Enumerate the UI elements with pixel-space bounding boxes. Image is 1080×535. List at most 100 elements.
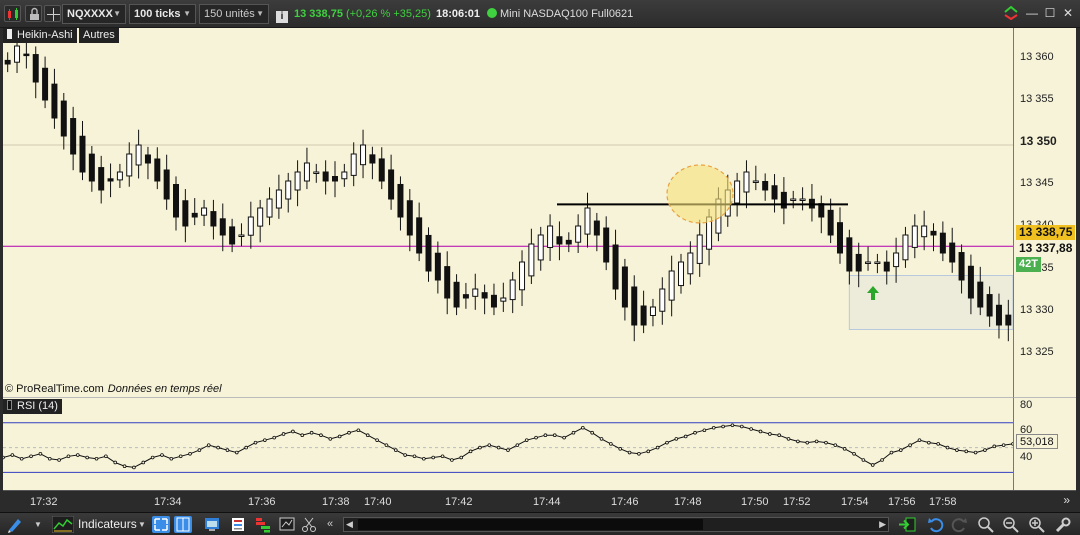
symbol-select[interactable]: NQXXXX ▼ xyxy=(62,4,126,24)
scrollbar-thumb[interactable] xyxy=(358,519,703,530)
candle-body xyxy=(519,261,526,291)
rsi-point xyxy=(805,440,810,445)
candle-body xyxy=(369,154,376,164)
rsi-point xyxy=(440,454,445,459)
price-axis-label: 13 355 xyxy=(1020,93,1054,105)
rsi-point xyxy=(132,465,136,470)
double-chevron-right-icon[interactable]: » xyxy=(1063,493,1070,507)
price-chart[interactable] xyxy=(3,28,1013,397)
candle-body xyxy=(434,252,441,281)
redo-icon[interactable] xyxy=(950,516,968,533)
candle-body xyxy=(836,222,843,254)
goto-end-icon[interactable] xyxy=(898,516,916,533)
close-icon[interactable]: ✕ xyxy=(1061,6,1075,20)
quote-bar: i 13 338,75 (+0,26 % +35,25) 18:06:01 Mini N… xyxy=(276,4,633,24)
info-icon[interactable]: i xyxy=(276,11,288,23)
chevron-down-icon: ▼ xyxy=(183,9,191,18)
rsi-point xyxy=(964,449,969,454)
candle-body xyxy=(173,183,180,218)
candle-body xyxy=(397,183,404,218)
rsi-point xyxy=(992,444,997,449)
candle-body xyxy=(612,244,619,290)
candle-body xyxy=(603,227,610,263)
time-axis[interactable]: 17:32 17:34 17:36 17:38 17:40 17:42 17:4… xyxy=(3,490,1076,512)
market-arrows-icon[interactable] xyxy=(1003,6,1018,20)
collapse-icon[interactable]: « xyxy=(322,516,338,533)
window-icon[interactable] xyxy=(203,516,221,533)
rsi-point xyxy=(57,458,61,462)
maximize-icon[interactable]: ☐ xyxy=(1043,6,1057,20)
copyright-label: © ProRealTime.com xyxy=(5,383,104,395)
horizontal-scrollbar[interactable]: ◀ ▶ xyxy=(343,517,889,532)
symbol-value: NQXXXX xyxy=(67,8,113,20)
rsi-point xyxy=(244,445,248,450)
chevron-down-icon[interactable]: ▼ xyxy=(34,516,44,533)
rsi-point xyxy=(225,448,230,452)
indicators-button[interactable]: Indicateurs xyxy=(78,517,137,531)
undo-icon[interactable] xyxy=(927,516,945,533)
candlestick-icon[interactable] xyxy=(4,5,21,22)
rsi-point xyxy=(749,427,753,431)
price-chart-pane[interactable]: Heikin-Ashi Autres © ProRealTime.com Donn… xyxy=(3,28,1013,397)
candle-body xyxy=(1005,314,1012,326)
rsi-point xyxy=(618,447,623,451)
candle-body xyxy=(977,281,984,308)
rsi-pane[interactable]: RSI (14) xyxy=(3,397,1013,490)
rsi-point xyxy=(487,443,492,447)
scroll-left-icon[interactable]: ◀ xyxy=(346,518,353,531)
rsi-point xyxy=(655,445,660,450)
chevron-down-icon[interactable]: ▼ xyxy=(138,516,148,533)
rsi-chart[interactable] xyxy=(3,398,1013,490)
crosshair-icon[interactable] xyxy=(44,5,61,22)
candle-body xyxy=(266,198,273,218)
countdown-badge: 42T xyxy=(1016,257,1041,272)
scissors-icon[interactable] xyxy=(300,516,318,533)
price-axis-label: 13 360 xyxy=(1020,51,1054,63)
rsi-point xyxy=(683,434,688,439)
pencil-icon[interactable] xyxy=(6,516,24,533)
lock-icon[interactable] xyxy=(25,5,42,22)
candle-body xyxy=(500,297,507,302)
list-icon[interactable] xyxy=(229,516,247,533)
layout-icon[interactable] xyxy=(174,516,192,533)
rsi-point xyxy=(571,430,576,435)
candle-body xyxy=(537,234,544,261)
quote-time: 18:06:01 xyxy=(435,8,480,20)
scroll-right-icon[interactable]: ▶ xyxy=(879,518,886,531)
candle-body xyxy=(126,153,133,177)
rsi-point xyxy=(47,456,52,461)
fullscreen-icon[interactable] xyxy=(152,516,170,533)
rsi-point xyxy=(880,458,884,462)
units-select[interactable]: 150 unités ▼ xyxy=(199,4,269,24)
candle-body xyxy=(930,230,937,236)
rsi-point xyxy=(983,448,987,452)
rsi-point xyxy=(375,438,379,442)
rsi-point xyxy=(309,430,314,435)
rsi-point xyxy=(431,455,435,460)
candle-body xyxy=(331,176,338,182)
candle-body xyxy=(949,242,956,263)
order-book-icon[interactable] xyxy=(254,516,272,533)
zoom-in-icon[interactable] xyxy=(1028,516,1046,533)
zoom-out-icon[interactable] xyxy=(1002,516,1020,533)
rsi-point xyxy=(253,440,258,445)
others-tag[interactable]: Autres xyxy=(79,28,119,43)
candle-body xyxy=(790,198,797,201)
chart-style-tag[interactable]: Heikin-Ashi xyxy=(3,28,77,43)
ticks-select[interactable]: 100 ticks ▼ xyxy=(129,4,196,24)
minimize-icon[interactable]: — xyxy=(1025,6,1039,20)
zoom-selection-icon[interactable] xyxy=(977,516,995,533)
time-label: 17:42 xyxy=(445,496,473,508)
indicator-chart-icon[interactable] xyxy=(52,516,74,533)
rsi-point xyxy=(927,440,931,445)
rsi-tag[interactable]: RSI (14) xyxy=(3,399,62,414)
chart-window-icon[interactable] xyxy=(278,516,296,533)
wrench-icon[interactable] xyxy=(1054,516,1072,533)
rsi-axis[interactable]: 80 60 40 53,018 xyxy=(1013,397,1076,490)
price-axis[interactable]: 13 360 13 355 13 350 13 345 13 340 13 33… xyxy=(1013,28,1076,397)
candle-body xyxy=(687,252,694,275)
market-status-icon xyxy=(487,8,497,18)
candle-body xyxy=(107,178,114,182)
candle-body xyxy=(144,154,151,164)
rsi-point xyxy=(852,451,856,456)
